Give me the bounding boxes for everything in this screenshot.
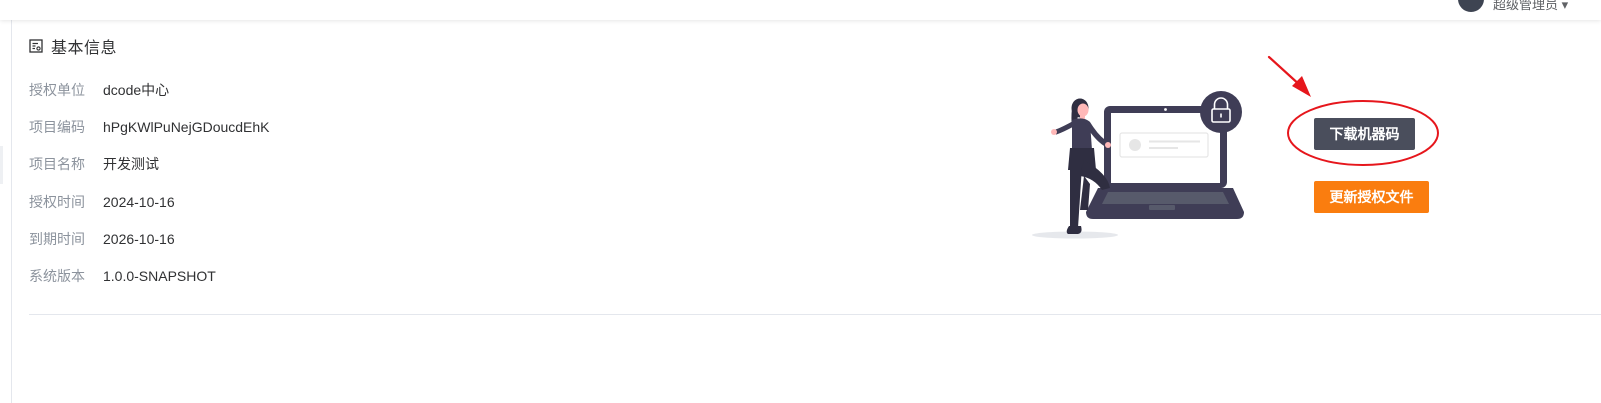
info-row-license-date: 授权时间 2024-10-16 bbox=[29, 183, 270, 220]
sidebar-collapse-handle[interactable] bbox=[0, 146, 3, 184]
annotation-arrow bbox=[1267, 55, 1311, 97]
license-illustration bbox=[1032, 91, 1244, 239]
info-value: 2026-10-16 bbox=[103, 230, 175, 247]
section-header: 基本信息 bbox=[29, 34, 117, 58]
info-label: 项目名称 bbox=[29, 156, 85, 173]
info-row-expiry-date: 到期时间 2026-10-16 bbox=[29, 220, 270, 257]
download-machine-code-button[interactable]: 下载机器码 bbox=[1314, 118, 1415, 150]
update-license-file-button[interactable]: 更新授权文件 bbox=[1314, 181, 1429, 213]
info-value: dcode中心 bbox=[103, 81, 170, 98]
info-label: 授权时间 bbox=[29, 193, 85, 210]
info-row-system-version: 系统版本 1.0.0-SNAPSHOT bbox=[29, 257, 270, 294]
info-row-project-name: 项目名称 开发测试 bbox=[29, 146, 270, 183]
document-info-icon bbox=[29, 39, 43, 53]
info-label: 项目编码 bbox=[29, 118, 85, 135]
info-label: 授权单位 bbox=[29, 81, 85, 98]
info-row-licensee: 授权单位 dcode中心 bbox=[29, 71, 270, 108]
user-menu-label[interactable]: 超级管理员 ▾ bbox=[1493, 0, 1568, 13]
info-row-project-code: 项目编码 hPgKWlPuNejGDoucdEhK bbox=[29, 108, 270, 145]
info-value: 1.0.0-SNAPSHOT bbox=[103, 268, 216, 285]
avatar[interactable] bbox=[1458, 0, 1484, 12]
info-label: 到期时间 bbox=[29, 230, 85, 247]
section-title: 基本信息 bbox=[51, 40, 118, 57]
info-value: 2024-10-16 bbox=[103, 193, 175, 210]
section-divider bbox=[29, 314, 1601, 315]
info-value: hPgKWlPuNejGDoucdEhK bbox=[103, 118, 270, 135]
info-list: 授权单位 dcode中心 项目编码 hPgKWlPuNejGDoucdEhK 项… bbox=[29, 71, 270, 295]
top-bar: 超级管理员 ▾ bbox=[0, 0, 1601, 20]
sidebar-border bbox=[11, 20, 12, 403]
info-value: 开发测试 bbox=[103, 156, 159, 173]
info-label: 系统版本 bbox=[29, 268, 85, 285]
